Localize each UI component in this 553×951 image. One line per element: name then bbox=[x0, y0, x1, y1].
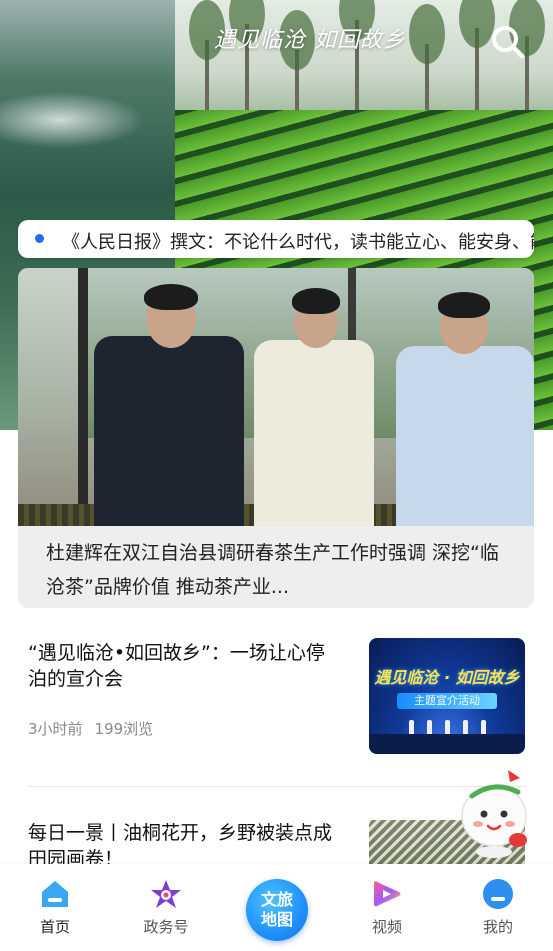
tab-home[interactable]: 首页 bbox=[15, 878, 95, 937]
article-item[interactable]: “遇见临沧•如回故乡”：一场让心停泊的宣介会 3小时前 199浏览 遇见临沧 · … bbox=[28, 638, 526, 756]
tab-gov[interactable]: 政务号 bbox=[126, 878, 206, 937]
article-views: 199浏览 bbox=[94, 720, 154, 738]
tab-culture-map[interactable]: 文旅地图 bbox=[246, 879, 308, 941]
tab-home-label: 首页 bbox=[39, 918, 70, 936]
tab-mine[interactable]: 我的 bbox=[458, 878, 538, 937]
tab-gov-label: 政务号 bbox=[143, 918, 189, 936]
article-item[interactable]: 每日一景丨油桐花开，乡野被装点成田园画卷！ bbox=[28, 820, 526, 864]
thumbnail-headline: 遇见临沧 · 如回故乡 bbox=[374, 668, 520, 687]
house-icon bbox=[42, 881, 68, 907]
ticker-text: 《人民日报》撰文：不论什么时代，读书能立心、能安身、能 bbox=[62, 232, 534, 253]
tab-mine-label: 我的 bbox=[482, 918, 513, 936]
mascot-floating-button[interactable] bbox=[458, 766, 530, 862]
star-icon bbox=[151, 880, 181, 908]
news-ticker[interactable]: 《人民日报》撰文：不论什么时代，读书能立心、能安身、能 bbox=[18, 220, 534, 258]
mascot-icon bbox=[461, 770, 527, 858]
feature-news-card[interactable]: 杜建辉在双江自治县调研春茶生产工作时强调 深挖“临沧茶”品牌价值 推动茶产业..… bbox=[18, 268, 534, 608]
profile-icon bbox=[483, 879, 513, 909]
article-title: “遇见临沧•如回故乡”：一场让心停泊的宣介会 bbox=[28, 642, 325, 690]
article-time: 3小时前 bbox=[28, 720, 83, 738]
search-icon bbox=[492, 26, 525, 59]
article-thumbnail: 遇见临沧 · 如回故乡 主题宣介活动 bbox=[369, 638, 525, 754]
hero-title: 遇见临沧 如回故乡 bbox=[214, 28, 406, 53]
feature-photo bbox=[18, 268, 534, 526]
thumbnail-subline: 主题宣介活动 bbox=[397, 693, 497, 709]
article-title: 每日一景丨油桐花开，乡野被装点成田园画卷！ bbox=[28, 822, 333, 864]
list-divider bbox=[28, 786, 526, 787]
feature-caption: 杜建辉在双江自治县调研春茶生产工作时强调 深挖“临沧茶”品牌价值 推动茶产业..… bbox=[46, 542, 499, 598]
ticker-dot bbox=[35, 234, 44, 243]
play-icon bbox=[374, 881, 401, 907]
tab-map-label: 文旅地图 bbox=[260, 890, 293, 929]
search-button[interactable] bbox=[488, 22, 528, 62]
tab-video-label: 视频 bbox=[371, 918, 402, 936]
bottom-tab-bar: 首页 政务号 文旅地图 视频 我的 bbox=[0, 864, 553, 951]
article-meta: 3小时前 199浏览 bbox=[28, 718, 153, 739]
tab-video[interactable]: 视频 bbox=[347, 878, 427, 937]
